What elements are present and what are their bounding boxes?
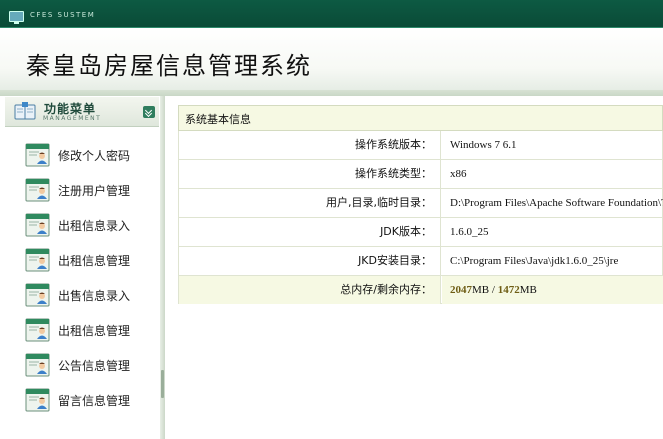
menu-item-label: 修改个人密码 <box>58 149 131 163</box>
info-value: 1.6.0_25 <box>450 226 489 238</box>
info-value: 2047MB / 1472MB <box>442 276 663 304</box>
system-topbar: CFES SUSTEM <box>0 0 663 28</box>
user-card-icon <box>25 178 50 202</box>
menu-item-message-manage[interactable]: 留言信息管理 <box>22 386 157 414</box>
memory-total: 2047 <box>450 284 472 296</box>
memory-total-unit: MB <box>472 284 490 296</box>
info-section-header: 系统基本信息 <box>178 105 663 131</box>
info-row-jdk-dir: JKD安装目录： C:\Program Files\Java\jdk1.6.0_… <box>178 247 663 276</box>
info-row-os-version: 操作系统版本： Windows 7 6.1 <box>178 131 663 160</box>
menu-item-rental-manage-2[interactable]: 出租信息管理 <box>22 316 157 344</box>
memory-free-unit: MB <box>519 284 537 296</box>
double-chevron-down-icon[interactable] <box>143 106 155 118</box>
user-card-icon <box>25 248 50 272</box>
info-row-memory: 总内存/剩余内存： 2047MB / 1472MB <box>178 276 663 304</box>
menu-item-label: 注册用户管理 <box>58 184 131 198</box>
info-row-user-dirs: 用户,目录,临时目录： D:\Program Files\Apache Soft… <box>178 189 663 218</box>
info-value: C:\Program Files\Java\jdk1.6.0_25\jre <box>450 255 619 267</box>
menu-item-change-password[interactable]: 修改个人密码 <box>22 141 157 169</box>
splitter-handle[interactable] <box>161 370 164 398</box>
info-row-jdk-version: JDK版本： 1.6.0_25 <box>178 218 663 247</box>
menu-item-rental-entry[interactable]: 出租信息录入 <box>22 211 157 239</box>
menu-item-label: 出售信息录入 <box>58 289 131 303</box>
info-section-title: 系统基本信息 <box>185 113 251 126</box>
app-header: 秦皇岛房屋信息管理系统 <box>0 28 663 90</box>
user-card-icon <box>25 353 50 377</box>
memory-separator: / <box>489 284 498 296</box>
system-name: CFES SUSTEM <box>30 11 96 19</box>
info-label: JKD安装目录： <box>179 247 441 275</box>
info-value: x86 <box>450 168 467 180</box>
menu-book-icon <box>14 102 36 120</box>
menu-item-registered-users[interactable]: 注册用户管理 <box>22 176 157 204</box>
user-card-icon <box>25 318 50 342</box>
app-title: 秦皇岛房屋信息管理系统 <box>26 52 312 80</box>
user-card-icon <box>25 283 50 307</box>
user-card-icon <box>25 388 50 412</box>
info-value: D:\Program Files\Apache Software Foundat… <box>450 197 663 209</box>
info-label: 操作系统类型： <box>179 160 441 188</box>
menu-item-notice-manage[interactable]: 公告信息管理 <box>22 351 157 379</box>
menu-item-label: 留言信息管理 <box>58 394 131 408</box>
menu-item-sale-entry[interactable]: 出售信息录入 <box>22 281 157 309</box>
info-row-os-type: 操作系统类型： x86 <box>178 160 663 189</box>
memory-free: 1472 <box>497 284 520 296</box>
info-label: 用户,目录,临时目录： <box>179 189 441 217</box>
menu-item-label: 出租信息管理 <box>58 254 131 268</box>
menu-item-label: 公告信息管理 <box>58 359 131 373</box>
menu-subtitle: MANAGEMENT <box>43 115 102 122</box>
user-card-icon <box>25 143 50 167</box>
info-label: JDK版本： <box>179 218 441 246</box>
user-card-icon <box>25 213 50 237</box>
menu-item-rental-manage[interactable]: 出租信息管理 <box>22 246 157 274</box>
menu-item-label: 出租信息管理 <box>58 324 131 338</box>
menu-header: 功能菜单 MANAGEMENT <box>5 97 159 127</box>
monitor-icon <box>9 11 24 24</box>
info-value: Windows 7 6.1 <box>450 139 517 151</box>
menu-item-label: 出租信息录入 <box>58 219 131 233</box>
info-label: 操作系统版本： <box>179 131 441 159</box>
info-label: 总内存/剩余内存： <box>179 276 441 304</box>
